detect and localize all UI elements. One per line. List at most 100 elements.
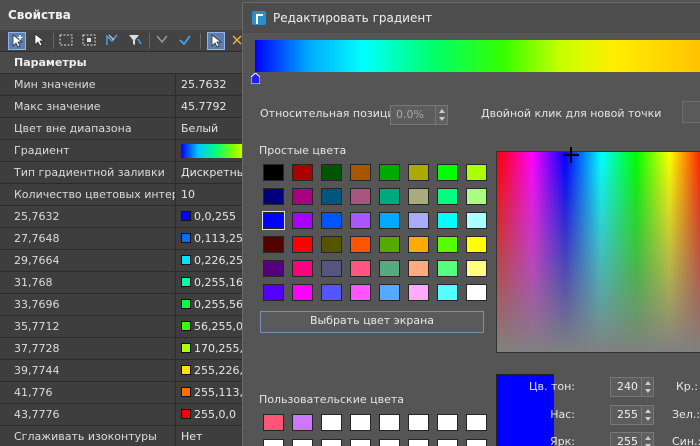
basic-color-swatch[interactable]	[292, 188, 313, 205]
basic-color-swatch[interactable]	[408, 164, 429, 181]
custom-color-swatch[interactable]	[466, 439, 487, 446]
saturation-spinner[interactable]: 255	[610, 405, 654, 425]
basic-color-swatch[interactable]	[379, 164, 400, 181]
basic-color-swatch[interactable]	[321, 284, 342, 301]
custom-color-swatch[interactable]	[321, 414, 342, 431]
property-row[interactable]: Градиент	[0, 140, 250, 162]
basic-color-swatch[interactable]	[379, 212, 400, 229]
basic-color-swatch[interactable]	[350, 260, 371, 277]
filter-select-icon[interactable]	[127, 32, 145, 50]
deselect-icon[interactable]	[154, 32, 172, 50]
basic-color-swatch[interactable]	[321, 236, 342, 253]
property-row[interactable]: Количество цветовых интер... 10	[0, 184, 250, 206]
property-row[interactable]: Тип градиентной заливки Дискретный	[0, 162, 250, 184]
property-value[interactable]: Белый	[177, 118, 250, 139]
basic-color-swatch[interactable]	[292, 212, 313, 229]
property-value[interactable]: 0,255,56	[177, 294, 250, 315]
basic-color-swatch[interactable]	[350, 236, 371, 253]
basic-color-swatch[interactable]	[263, 284, 284, 301]
custom-color-swatch[interactable]	[263, 414, 284, 431]
property-row[interactable]: 25,7632 0,0,255	[0, 206, 250, 228]
property-row[interactable]: Цвет вне диапазона Белый	[0, 118, 250, 140]
pointer-tool-icon[interactable]	[207, 32, 225, 50]
property-row[interactable]: Сглаживать изоконтуры Нет	[0, 426, 250, 446]
property-value[interactable]: Нет	[177, 426, 250, 446]
basic-color-swatch[interactable]	[408, 212, 429, 229]
property-value[interactable]: 255,226,0	[177, 360, 250, 381]
property-value[interactable]: 10	[177, 184, 250, 205]
basic-color-swatch[interactable]	[466, 284, 487, 301]
add-point-tool-icon[interactable]	[8, 32, 26, 50]
basic-color-swatch[interactable]	[350, 164, 371, 181]
basic-color-swatch[interactable]	[292, 236, 313, 253]
basic-color-swatch[interactable]	[262, 211, 285, 230]
basic-color-swatch[interactable]	[263, 164, 284, 181]
custom-color-swatch[interactable]	[292, 439, 313, 446]
gradient-preview[interactable]	[181, 144, 250, 158]
custom-color-swatch[interactable]	[379, 414, 400, 431]
property-row[interactable]: 43,7776 255,0,0	[0, 404, 250, 426]
basic-color-swatch[interactable]	[292, 260, 313, 277]
basic-color-swatch[interactable]	[263, 188, 284, 205]
property-row[interactable]: 31,768 0,255,168	[0, 272, 250, 294]
custom-color-swatch[interactable]	[437, 439, 458, 446]
color-spectrum[interactable]	[496, 151, 700, 353]
property-value[interactable]: Дискретный	[177, 162, 250, 183]
pick-screen-color-button[interactable]: Выбрать цвет экрана	[260, 311, 484, 333]
basic-color-swatch[interactable]	[321, 164, 342, 181]
basic-color-swatch[interactable]	[466, 260, 487, 277]
property-row[interactable]: 29,7664 0,226,255	[0, 250, 250, 272]
property-value[interactable]: 0,0,255	[177, 206, 250, 227]
custom-color-swatch[interactable]	[350, 439, 371, 446]
basic-color-swatch[interactable]	[466, 236, 487, 253]
basic-color-swatch[interactable]	[321, 260, 342, 277]
relative-position-spinner[interactable]: 0.0%	[390, 105, 448, 125]
spinner-arrows-icon[interactable]	[641, 433, 653, 446]
property-value[interactable]: 255,113,0	[177, 382, 250, 403]
spectrum-crosshair-icon[interactable]	[563, 147, 579, 163]
select-arrow-icon[interactable]	[31, 32, 49, 50]
check-select-icon[interactable]	[177, 32, 195, 50]
basic-color-swatch[interactable]	[321, 188, 342, 205]
grid-select-icon[interactable]	[81, 32, 99, 50]
custom-color-swatch[interactable]	[292, 414, 313, 431]
custom-color-swatch[interactable]	[408, 414, 429, 431]
property-row[interactable]: Мин значение 25.7632	[0, 74, 250, 96]
basic-color-swatch[interactable]	[408, 284, 429, 301]
basic-color-swatch[interactable]	[437, 188, 458, 205]
basic-color-swatch[interactable]	[408, 188, 429, 205]
lasso-select-icon[interactable]	[104, 32, 122, 50]
basic-color-swatch[interactable]	[437, 236, 458, 253]
basic-color-swatch[interactable]	[263, 260, 284, 277]
property-row[interactable]: 41,776 255,113,0	[0, 382, 250, 404]
property-value[interactable]: 255,0,0	[177, 404, 250, 425]
property-row[interactable]: 27,7648 0,113,255	[0, 228, 250, 250]
basic-color-swatch[interactable]	[466, 212, 487, 229]
hue-spinner[interactable]: 240	[610, 377, 654, 397]
dialog-action-button[interactable]	[682, 101, 700, 123]
basic-color-swatch[interactable]	[437, 260, 458, 277]
basic-color-swatch[interactable]	[350, 284, 371, 301]
basic-color-swatch[interactable]	[437, 164, 458, 181]
basic-color-swatch[interactable]	[321, 212, 342, 229]
basic-color-swatch[interactable]	[408, 260, 429, 277]
spinner-arrows-icon[interactable]	[641, 406, 653, 424]
property-value[interactable]: 56,255,0	[177, 316, 250, 337]
property-value[interactable]: 170,255,0	[177, 338, 250, 359]
property-value[interactable]: 0,226,255	[177, 250, 250, 271]
basic-color-swatch[interactable]	[379, 260, 400, 277]
basic-color-swatch[interactable]	[350, 212, 371, 229]
basic-color-swatch[interactable]	[263, 236, 284, 253]
gradient-stop-marker-icon[interactable]	[251, 73, 260, 84]
property-value[interactable]: 0,255,168	[177, 272, 250, 293]
basic-color-swatch[interactable]	[379, 284, 400, 301]
custom-color-swatch[interactable]	[437, 414, 458, 431]
custom-color-swatch[interactable]	[321, 439, 342, 446]
basic-color-swatch[interactable]	[408, 236, 429, 253]
property-row[interactable]: 33,7696 0,255,56	[0, 294, 250, 316]
custom-color-swatch[interactable]	[379, 439, 400, 446]
property-row[interactable]: 39,7744 255,226,0	[0, 360, 250, 382]
basic-color-swatch[interactable]	[292, 284, 313, 301]
custom-color-swatch[interactable]	[350, 414, 371, 431]
basic-color-swatch[interactable]	[350, 188, 371, 205]
